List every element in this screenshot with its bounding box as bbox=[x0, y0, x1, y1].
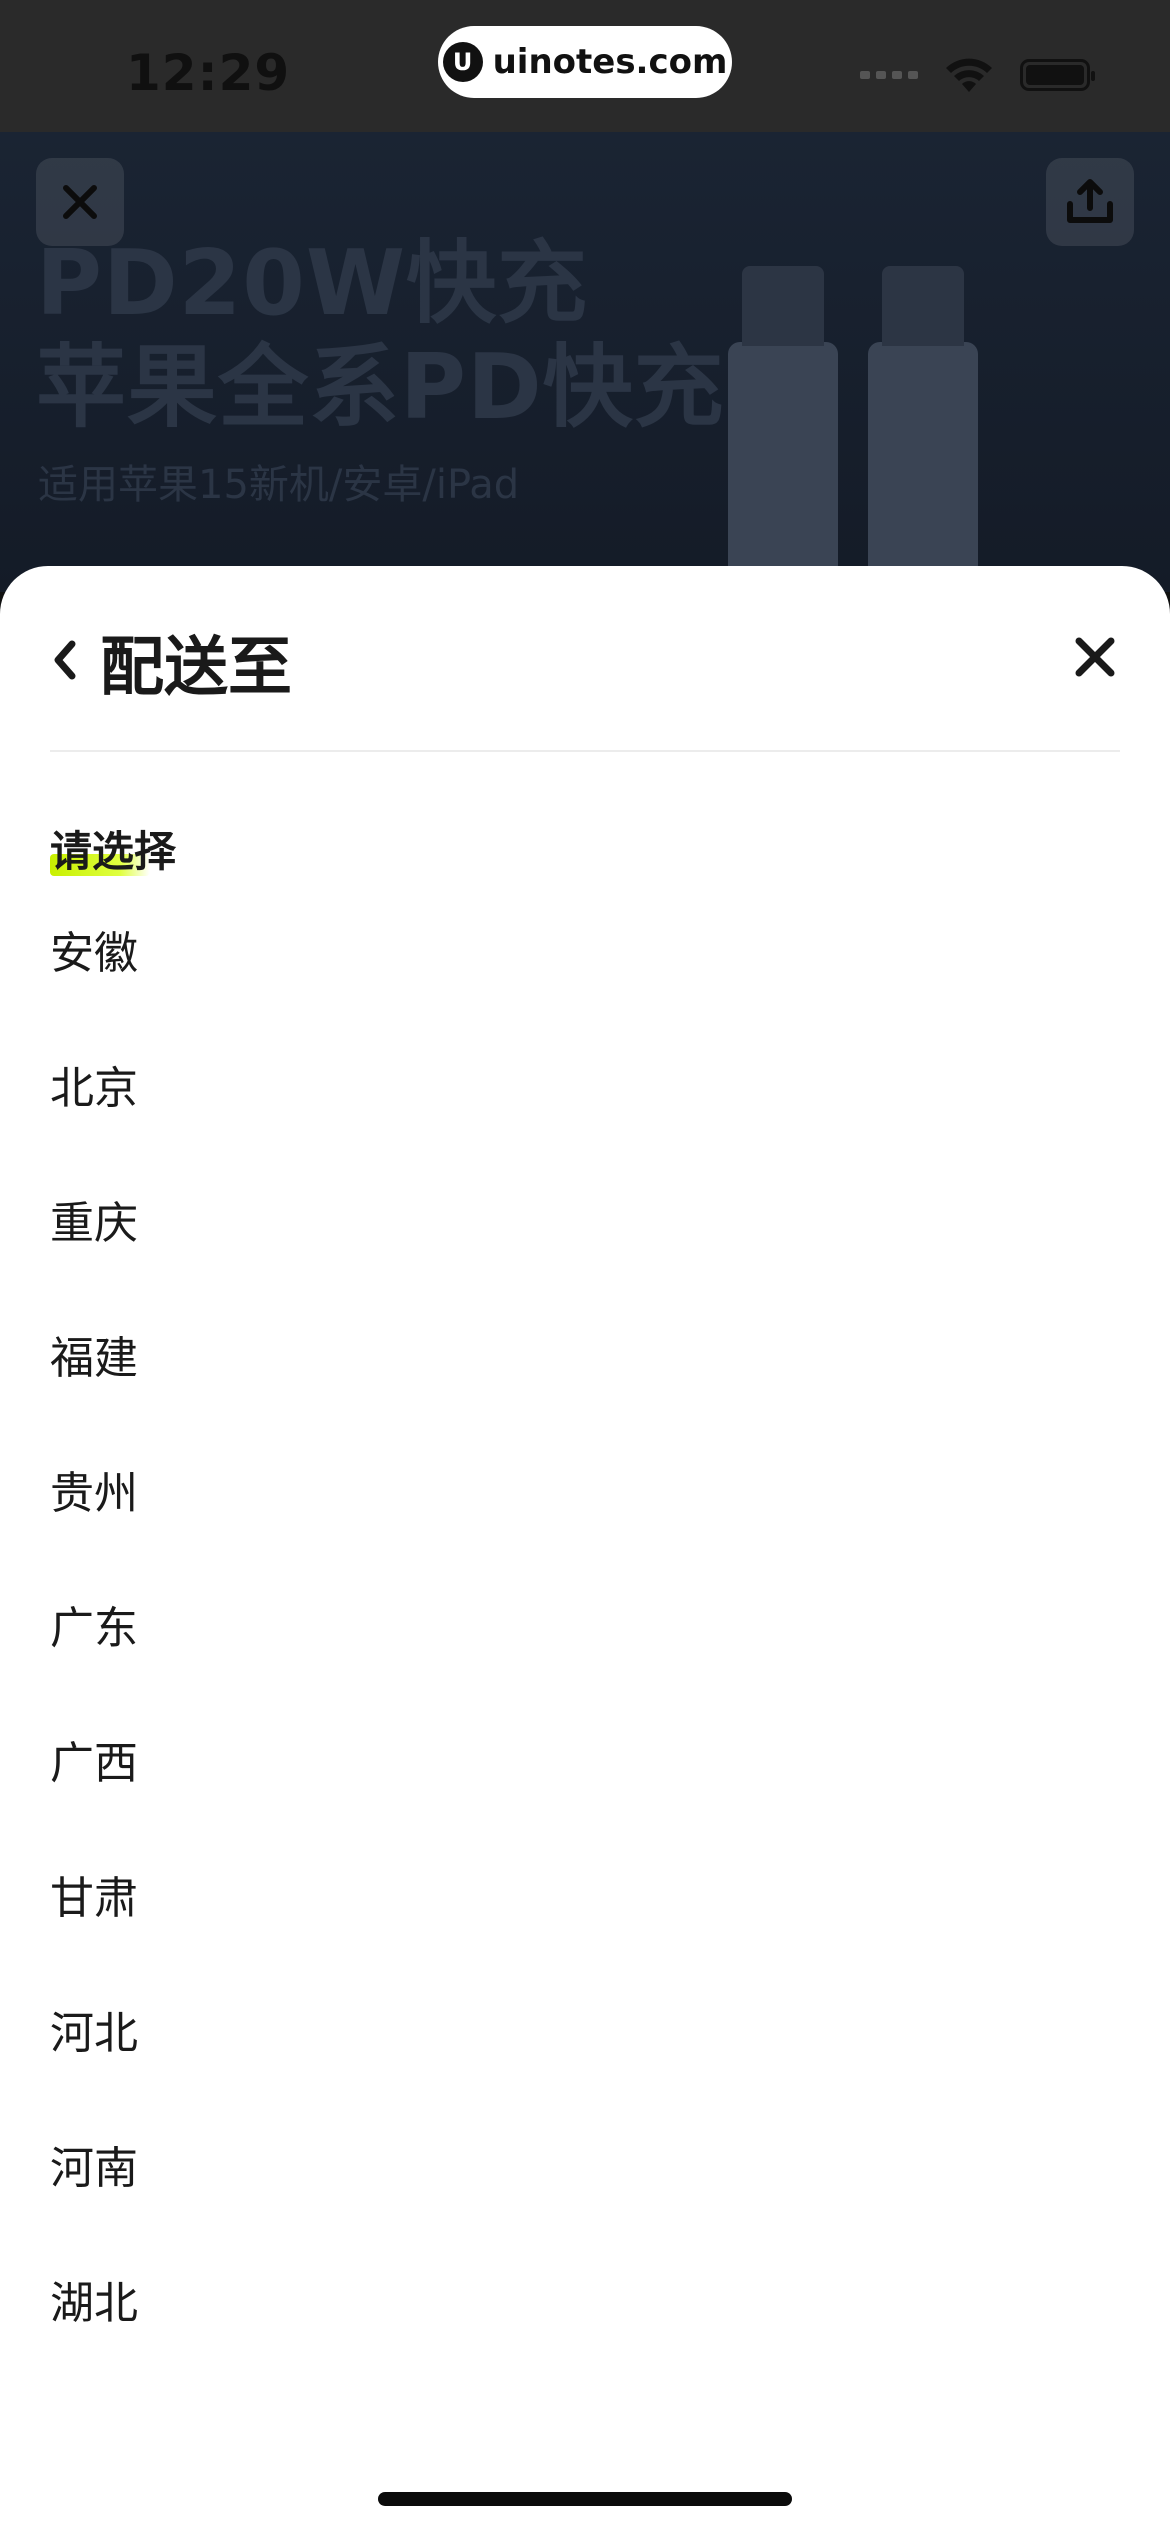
province-list: 安徽 北京 重庆 福建 贵州 广东 广西 甘肃 河北 河南 湖北 bbox=[50, 886, 1120, 2371]
status-bar: 12:29 U uinotes.com bbox=[0, 0, 1170, 132]
province-item[interactable]: 贵州 bbox=[50, 1426, 1120, 1561]
province-item[interactable]: 湖北 bbox=[50, 2236, 1120, 2371]
back-button[interactable] bbox=[50, 630, 90, 690]
sheet-title: 配送至 bbox=[100, 631, 292, 705]
product-banner: PD20W快充 苹果全系PD快充 适用苹果15新机/安卓/iPad bbox=[0, 132, 1170, 592]
sheet-close-button[interactable] bbox=[1070, 632, 1120, 682]
province-item[interactable]: 广东 bbox=[50, 1561, 1120, 1696]
banner-headline-line2: 苹果全系PD快充 bbox=[36, 335, 725, 440]
banner-headline-line1: PD20W快充 bbox=[36, 231, 589, 336]
status-time: 12:29 bbox=[126, 44, 291, 102]
watermark-badge: U uinotes.com bbox=[438, 26, 732, 98]
delivery-address-sheet: 配送至 请选择 安徽 北京 重庆 福建 贵州 广东 广西 甘肃 河北 河南 湖北 bbox=[0, 566, 1170, 2532]
sheet-header: 配送至 bbox=[50, 566, 1120, 752]
banner-subtitle: 适用苹果15新机/安卓/iPad bbox=[38, 462, 520, 508]
province-item[interactable]: 河北 bbox=[50, 1966, 1120, 2101]
uinotes-logo-icon: U bbox=[442, 42, 483, 82]
watermark-text: uinotes.com bbox=[492, 42, 728, 82]
battery-icon bbox=[1020, 59, 1095, 91]
close-icon bbox=[63, 185, 97, 219]
close-icon bbox=[1075, 637, 1115, 677]
home-indicator bbox=[378, 2492, 792, 2506]
banner-share-button[interactable] bbox=[1046, 158, 1134, 246]
share-icon bbox=[1067, 179, 1113, 223]
province-item[interactable]: 重庆 bbox=[50, 1156, 1120, 1291]
wifi-icon bbox=[946, 58, 992, 92]
province-item[interactable]: 北京 bbox=[50, 1021, 1120, 1156]
province-item[interactable]: 甘肃 bbox=[50, 1831, 1120, 1966]
select-prompt-tab[interactable]: 请选择 bbox=[50, 818, 176, 879]
province-item[interactable]: 广西 bbox=[50, 1696, 1120, 1831]
status-icons bbox=[860, 56, 1095, 94]
chevron-left-icon bbox=[54, 640, 76, 680]
cable-image bbox=[868, 266, 978, 582]
cable-image bbox=[728, 266, 838, 582]
province-item[interactable]: 河南 bbox=[50, 2101, 1120, 2236]
province-item[interactable]: 安徽 bbox=[50, 886, 1120, 1021]
province-item[interactable]: 福建 bbox=[50, 1291, 1120, 1426]
cellular-signal-icon bbox=[860, 71, 918, 79]
